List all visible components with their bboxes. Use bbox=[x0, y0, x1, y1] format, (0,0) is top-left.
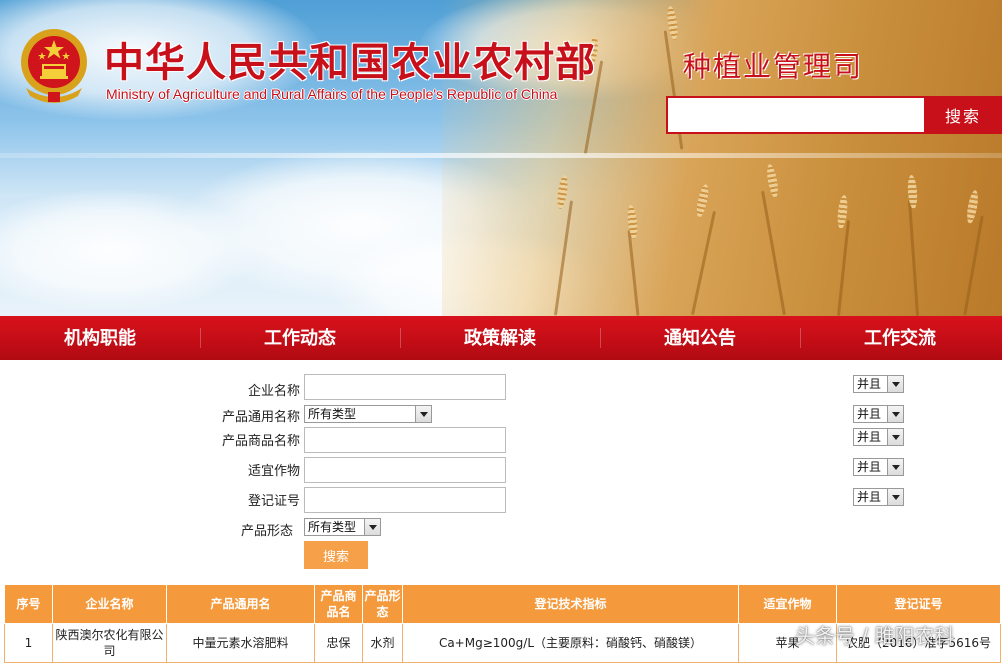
trade-name-logic-value: 并且 bbox=[857, 430, 882, 444]
nav-item-organization[interactable]: 机构职能 bbox=[0, 316, 200, 360]
product-form-select-value: 所有类型 bbox=[308, 520, 357, 534]
column-header-index: 序号 bbox=[4, 584, 53, 624]
column-header-product-form: 产品形态 bbox=[362, 584, 403, 624]
main-navigation: 机构职能 工作动态 政策解读 通知公告 工作交流 bbox=[0, 316, 1002, 360]
ministry-title-english: Ministry of Agriculture and Rural Affair… bbox=[106, 86, 558, 102]
registration-number-logic-select[interactable]: 并且 bbox=[853, 488, 904, 506]
company-name-logic-select[interactable]: 并且 bbox=[853, 375, 904, 393]
nav-item-notices[interactable]: 通知公告 bbox=[600, 316, 800, 360]
query-search-button[interactable]: 搜索 bbox=[304, 541, 368, 569]
site-search-box: 搜索 bbox=[666, 96, 1002, 134]
company-name-label: 企业名称 bbox=[247, 384, 300, 399]
suitable-crop-input[interactable] bbox=[304, 457, 506, 483]
site-search-button[interactable]: 搜索 bbox=[924, 96, 1002, 134]
department-title: 种植业管理司 bbox=[683, 50, 864, 83]
chevron-down-icon bbox=[415, 406, 431, 422]
suitable-crop-logic-select[interactable]: 并且 bbox=[853, 458, 904, 476]
column-header-generic-name: 产品通用名 bbox=[166, 584, 315, 624]
generic-name-select-value: 所有类型 bbox=[308, 407, 357, 421]
nav-item-work-news[interactable]: 工作动态 bbox=[200, 316, 400, 360]
watermark-text: 头条号 / 雎阳农科 bbox=[795, 624, 955, 648]
chevron-down-icon bbox=[887, 376, 903, 392]
column-header-company: 企业名称 bbox=[52, 584, 167, 624]
chevron-down-icon bbox=[887, 489, 903, 505]
chevron-down-icon bbox=[887, 459, 903, 475]
chevron-down-icon bbox=[887, 429, 903, 445]
registration-number-logic-value: 并且 bbox=[857, 490, 882, 504]
header-banner: 中华人民共和国农业农村部 Ministry of Agriculture and… bbox=[0, 0, 1002, 316]
generic-name-select[interactable]: 所有类型 bbox=[304, 405, 432, 423]
company-name-input[interactable] bbox=[304, 374, 506, 400]
chevron-down-icon bbox=[364, 519, 380, 535]
nav-item-exchange[interactable]: 工作交流 bbox=[800, 316, 1000, 360]
suitable-crop-logic-value: 并且 bbox=[857, 460, 882, 474]
generic-name-logic-select[interactable]: 并且 bbox=[853, 405, 904, 423]
ministry-title: 中华人民共和国农业农村部 bbox=[104, 39, 596, 86]
trade-name-logic-select[interactable]: 并且 bbox=[853, 428, 904, 446]
generic-name-logic-value: 并且 bbox=[857, 407, 882, 421]
nav-item-policy[interactable]: 政策解读 bbox=[400, 316, 600, 360]
column-header-suitable-crop: 适宜作物 bbox=[738, 584, 837, 624]
generic-name-label: 产品通用名称 bbox=[221, 410, 300, 425]
trade-name-label: 产品商品名称 bbox=[221, 434, 300, 449]
registration-number-input[interactable] bbox=[304, 487, 506, 513]
product-form-select[interactable]: 所有类型 bbox=[304, 518, 381, 536]
registration-number-label: 登记证号 bbox=[247, 494, 300, 509]
site-search-input[interactable] bbox=[668, 98, 922, 132]
banner-divider bbox=[0, 153, 1002, 158]
table-header-row: 序号 企业名称 产品通用名 产品商品名 产品形态 登记技术指标 适宜作物 登记证… bbox=[4, 584, 1001, 624]
column-header-technical-spec: 登记技术指标 bbox=[402, 584, 739, 624]
company-name-logic-value: 并且 bbox=[857, 377, 882, 391]
national-emblem-icon bbox=[21, 29, 87, 103]
column-header-registration-number: 登记证号 bbox=[836, 584, 1001, 624]
column-header-trade-name: 产品商品名 bbox=[314, 584, 363, 624]
chevron-down-icon bbox=[887, 406, 903, 422]
trade-name-input[interactable] bbox=[304, 427, 506, 453]
suitable-crop-label: 适宜作物 bbox=[247, 464, 300, 479]
product-form-label: 产品形态 bbox=[240, 524, 293, 539]
